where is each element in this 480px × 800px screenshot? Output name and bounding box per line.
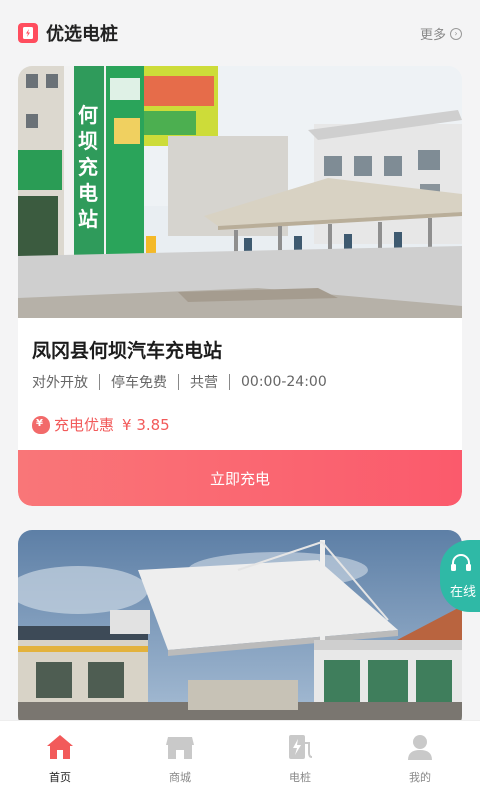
discount-label: 充电优惠 bbox=[54, 416, 115, 434]
charging-station-icon bbox=[18, 23, 38, 43]
discount-price: ¥ 3.85 bbox=[122, 415, 170, 434]
station-name: 凤冈县何坝汽车充电站 bbox=[32, 340, 223, 362]
tab-label: 我的 bbox=[409, 771, 431, 784]
tab-profile[interactable]: 我的 bbox=[360, 721, 480, 800]
section-title: 优选电桩 bbox=[46, 24, 118, 45]
headset-icon bbox=[450, 553, 472, 577]
station-card[interactable]: 何 坝 充 电 站 凤冈县何坝汽车充电站 对外开放 停车免费 共营 00:00-… bbox=[18, 66, 462, 506]
tab-home[interactable]: 首页 bbox=[0, 721, 120, 800]
tab-label: 电桩 bbox=[289, 771, 311, 784]
more-link[interactable]: 更多 › bbox=[420, 24, 462, 43]
online-service-button[interactable]: 在线 bbox=[440, 540, 480, 612]
tab-shop[interactable]: 商城 bbox=[120, 721, 240, 800]
svg-text:何: 何 bbox=[78, 103, 98, 127]
bottom-tab-bar: 首页 商城 电桩 我的 bbox=[0, 720, 480, 800]
tag-divider bbox=[178, 374, 179, 390]
tag-hours: 00:00-24:00 bbox=[241, 374, 327, 390]
tag-open: 对外开放 bbox=[32, 375, 88, 391]
home-icon bbox=[45, 733, 75, 765]
tag-divider bbox=[229, 374, 230, 390]
online-label: 在线 bbox=[450, 584, 477, 600]
tag-parking: 停车免费 bbox=[111, 375, 167, 391]
charger-icon bbox=[285, 733, 315, 765]
station-photo bbox=[18, 530, 462, 730]
chevron-right-icon: › bbox=[450, 27, 462, 40]
svg-text:充: 充 bbox=[78, 155, 98, 179]
shop-icon bbox=[165, 733, 195, 765]
user-icon bbox=[405, 733, 435, 765]
station-card[interactable] bbox=[18, 530, 462, 730]
more-label: 更多 bbox=[419, 28, 446, 43]
tag-operation: 共营 bbox=[190, 375, 218, 391]
station-tags: 对外开放 停车免费 共营 00:00-24:00 bbox=[32, 372, 327, 392]
tab-label: 首页 bbox=[49, 771, 71, 784]
station-photo: 何 坝 充 电 站 bbox=[18, 66, 462, 318]
svg-text:坝: 坝 bbox=[78, 129, 98, 153]
tab-charger[interactable]: 电桩 bbox=[240, 721, 360, 800]
section-header: 优选电桩 bbox=[0, 0, 480, 66]
tag-divider bbox=[99, 374, 100, 390]
svg-text:电: 电 bbox=[78, 181, 98, 205]
charge-now-button[interactable]: 立即充电 bbox=[18, 450, 462, 506]
svg-text:站: 站 bbox=[78, 207, 98, 231]
discount-row: 充电优惠 ¥ 3.85 bbox=[32, 414, 170, 435]
money-bag-icon bbox=[32, 415, 50, 434]
tab-label: 商城 bbox=[169, 771, 191, 784]
